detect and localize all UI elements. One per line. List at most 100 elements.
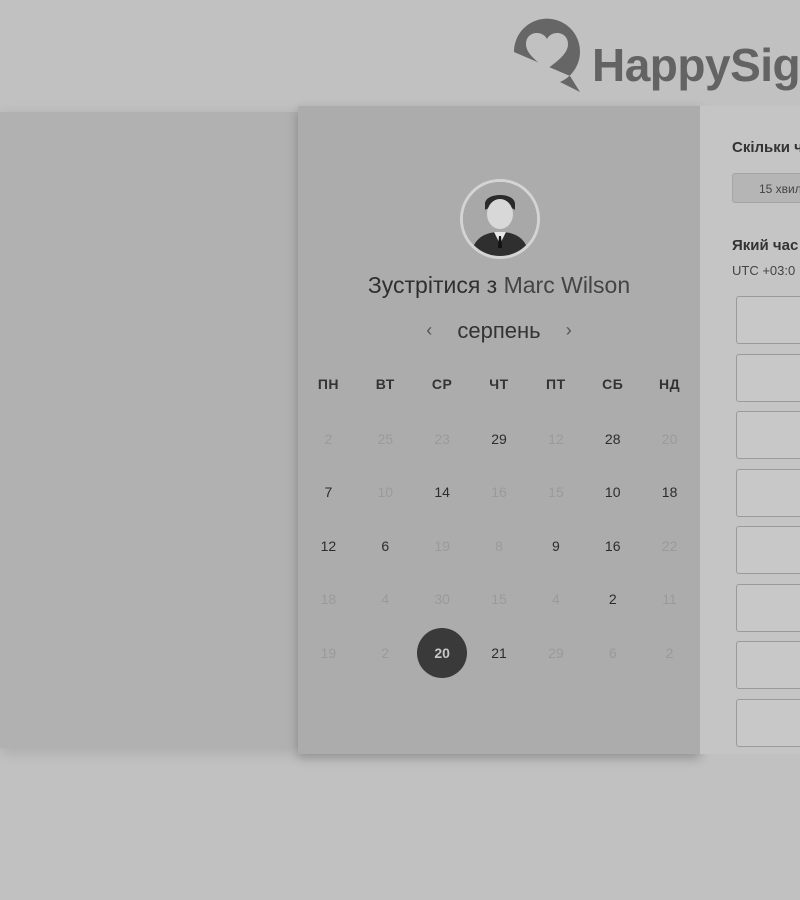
- calendar-day[interactable]: 21: [471, 626, 528, 680]
- chevron-right-icon[interactable]: ›: [557, 320, 581, 341]
- time-slot-button[interactable]: [736, 526, 800, 574]
- left-backdrop-panel: [0, 112, 300, 748]
- calendar-day-label: 18: [320, 591, 337, 608]
- calendar-day[interactable]: 14: [414, 466, 471, 520]
- calendar-day: 18: [300, 573, 357, 627]
- calendar-day-label: 14: [434, 484, 450, 501]
- time-slot-button[interactable]: [736, 468, 800, 517]
- calendar-day[interactable]: 29: [471, 412, 528, 466]
- meeting-title-prefix: Зустрітися з: [367, 272, 498, 298]
- calendar-day-label: 9: [551, 537, 560, 554]
- time-slot-button[interactable]: [736, 698, 800, 747]
- calendar-day-label: 21: [491, 644, 507, 661]
- calendar-day-label: 2: [665, 644, 674, 661]
- calendar-day-label: 18: [661, 484, 678, 501]
- calendar-day-label: 29: [491, 430, 507, 447]
- chevron-left-icon[interactable]: ‹: [417, 320, 441, 341]
- timezone-label[interactable]: UTC +03:0: [732, 263, 795, 278]
- calendar-day: 2: [300, 412, 357, 466]
- calendar-day-label: 10: [604, 484, 621, 501]
- calendar-day-label: 23: [434, 430, 450, 447]
- weekday-header-row: ПН ВТ СР ЧТ ПТ СБ НД: [300, 376, 698, 392]
- time-question: Який час: [732, 237, 799, 254]
- calendar-day-label: 25: [377, 430, 394, 447]
- calendar-day-label: 29: [548, 644, 564, 661]
- calendar-day: 2: [641, 626, 698, 680]
- calendar-day: 30: [414, 573, 471, 627]
- calendar-day-label: 4: [381, 591, 390, 608]
- weekday-label: НД: [659, 376, 681, 392]
- duration-select[interactable]: 15 хвил: [732, 173, 800, 203]
- host-name: Marc Wilson: [503, 272, 631, 298]
- calendar-day: 25: [357, 412, 414, 466]
- calendar-day-label: 28: [604, 430, 621, 447]
- calendar-day: 22: [641, 519, 698, 573]
- calendar-day-label: 19: [434, 537, 450, 554]
- calendar-day: 19: [300, 626, 357, 680]
- calendar-day-label: 2: [381, 644, 390, 661]
- calendar-day-label: 8: [495, 537, 503, 554]
- calendar-day-label: 16: [491, 484, 507, 501]
- calendar-day: 8: [471, 519, 528, 573]
- calendar-day: 16: [471, 466, 528, 520]
- calendar-day[interactable]: 12: [300, 519, 357, 573]
- calendar-day-label: 7: [324, 484, 333, 501]
- calendar-day-selected[interactable]: 20: [414, 626, 471, 680]
- calendar-day: 29: [527, 626, 584, 680]
- calendar-day[interactable]: 9: [527, 519, 584, 573]
- calendar-day: 6: [584, 626, 641, 680]
- calendar-day-label: 2: [608, 591, 617, 608]
- duration-question: Скільки ч: [732, 139, 800, 156]
- calendar-day: 4: [527, 573, 584, 627]
- time-slot-button[interactable]: [736, 353, 800, 402]
- calendar-day[interactable]: 16: [584, 519, 641, 573]
- calendar-day: 23: [414, 412, 471, 466]
- calendar-day[interactable]: 18: [641, 466, 698, 520]
- calendar-day-label: 15: [548, 484, 564, 501]
- weekday-label: ВТ: [375, 376, 395, 392]
- calendar-day-label: 11: [662, 591, 677, 608]
- brand-name: HappySig: [592, 39, 800, 91]
- calendar-day: 2: [357, 626, 414, 680]
- calendar-day-label: 6: [381, 537, 390, 554]
- meeting-title: Зустрітися з Marc Wilson: [298, 272, 700, 299]
- time-slot-button[interactable]: [736, 296, 800, 344]
- calendar-day: 4: [357, 573, 414, 627]
- calendar-day-label: 12: [320, 537, 337, 554]
- calendar-day[interactable]: 6: [357, 519, 414, 573]
- person-portrait-icon: [463, 182, 537, 256]
- calendar-day: 20: [641, 412, 698, 466]
- time-slot-button[interactable]: [736, 583, 800, 632]
- host-avatar: [460, 179, 540, 259]
- calendar-day-label: 4: [551, 591, 560, 608]
- calendar-day[interactable]: 7: [300, 466, 357, 520]
- calendar-day[interactable]: 28: [584, 412, 641, 466]
- month-label: серпень: [457, 318, 541, 343]
- calendar-day-label: 15: [491, 591, 507, 608]
- weekday-label: СБ: [602, 376, 624, 392]
- calendar-day-label: 30: [434, 591, 450, 608]
- heart-chat-logo-icon: [513, 18, 580, 92]
- weekday-label: ЧТ: [489, 376, 509, 392]
- calendar-day-label: 6: [608, 644, 617, 661]
- time-slot-button[interactable]: [736, 641, 800, 689]
- calendar-day[interactable]: 2: [584, 573, 641, 627]
- weekday-label: ПТ: [546, 376, 566, 392]
- calendar-day: 15: [527, 466, 584, 520]
- booking-panel: Скільки ч 15 хвил Який час UTC +03:0: [700, 106, 800, 754]
- calendar-day-grid: 2 25 23 29 12 28 20 7 10 14 16 15 10 18 12 6 19 8 9 16 22 18 4…: [300, 412, 698, 680]
- calendar-day: 10: [357, 466, 414, 520]
- calendar-day-label: 2: [324, 430, 333, 447]
- calendar-day-label: 16: [604, 537, 621, 554]
- calendar-day-label: 20: [661, 430, 678, 447]
- calendar-day: 12: [527, 412, 584, 466]
- scheduling-card: Зустрітися з Marc Wilson ‹ серпень › ПН В…: [298, 106, 700, 754]
- month-navigation: ‹ серпень ›: [298, 318, 700, 344]
- time-slot-button[interactable]: [736, 411, 800, 459]
- weekday-label: ПН: [317, 376, 340, 392]
- calendar-day: 11: [641, 573, 698, 627]
- weekday-label: СР: [431, 376, 453, 392]
- calendar-day-label: 10: [377, 484, 394, 501]
- calendar-day[interactable]: 10: [584, 466, 641, 520]
- calendar-day-label: 12: [548, 430, 564, 447]
